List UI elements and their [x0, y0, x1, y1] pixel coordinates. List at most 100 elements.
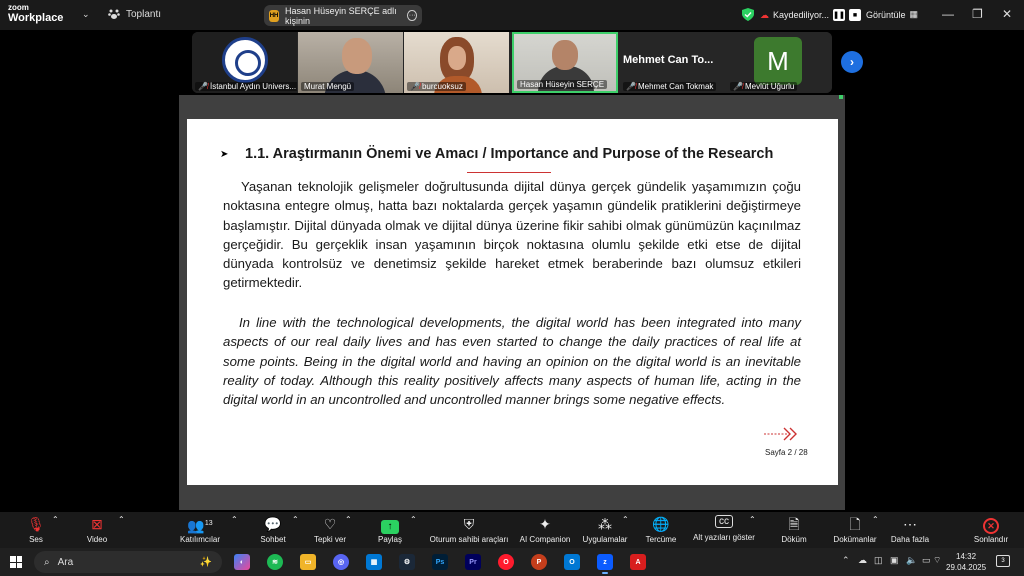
end-icon: ✕ [972, 515, 1010, 534]
restore-icon[interactable]: ❐ [972, 7, 983, 21]
chat-button[interactable]: 💬 Sohbet [258, 515, 288, 544]
meeting-menu[interactable]: Toplantı [108, 8, 161, 20]
chevron-up-icon[interactable]: ⌃ [622, 515, 629, 524]
participant-tile[interactable]: Murat Mengü [298, 32, 403, 93]
ai-companion-button[interactable]: ✦ AI Companion [519, 515, 571, 544]
outlook-icon[interactable]: O [564, 554, 580, 570]
file-explorer-icon[interactable]: ▭ [300, 554, 316, 570]
windows-taskbar: ⌕ Ara ✨ ◐ ≋ ▭ ◎ ▦ ⚙ Ps Pr O P O z A ⌃ ☁ … [0, 548, 1024, 576]
chevron-down-icon[interactable]: ⌄ [82, 9, 90, 20]
muted-mic-icon: 🎙 [27, 516, 45, 532]
powerpoint-icon[interactable]: P [531, 554, 547, 570]
chevron-up-icon[interactable]: ⌃ [345, 515, 352, 524]
discord-icon[interactable]: ◎ [333, 554, 349, 570]
next-arrow-icon [764, 427, 797, 441]
ai-companion-label: AI Companion [519, 535, 571, 544]
acrobat-icon[interactable]: A [630, 554, 646, 570]
title-bar: zoom Workplace ⌄ Toplantı HH Hasan Hüsey… [0, 0, 1024, 30]
steam-icon[interactable]: ⚙ [399, 554, 415, 570]
more-icon: ⋯ [903, 516, 917, 532]
captions-button[interactable]: cc Alt yazıları göster [692, 515, 756, 542]
spotify-icon[interactable]: ≋ [267, 554, 283, 570]
university-logo [222, 37, 268, 83]
share-label: Paylaş [377, 535, 402, 544]
view-grid-icon: ▦ [909, 9, 919, 19]
notification-text: Hasan Hüseyin SERÇE adlı kişinin [285, 5, 397, 26]
chevron-up-icon[interactable]: ⌃ [231, 515, 238, 524]
taskbar-search[interactable]: ⌕ Ara ✨ [34, 551, 222, 573]
notification-pill[interactable]: HH Hasan Hüseyin SERÇE adlı kişinin ··· [264, 5, 422, 26]
photoshop-icon[interactable]: Ps [432, 554, 448, 570]
share-button[interactable]: ↑ Paylaş [376, 515, 404, 544]
chevron-up-icon[interactable]: ⌃ [749, 515, 756, 524]
chevron-up-icon[interactable]: ⌃ [52, 515, 59, 524]
shield-icon[interactable] [742, 8, 754, 21]
battery-icon[interactable]: ▭ [922, 555, 931, 566]
sparkle-decoration-icon: ✨ [199, 556, 212, 568]
wifi-icon[interactable]: ⌔ [933, 555, 941, 566]
notification-center-icon[interactable]: 3 [996, 555, 1010, 567]
participant-tile[interactable]: 🎤̸ burcuoksuz [404, 32, 509, 93]
notification-count: 3 [1001, 558, 1005, 564]
react-button[interactable]: ♡ Tepki ver [312, 515, 348, 544]
end-meeting-button[interactable]: ✕ Sonlandır [972, 515, 1010, 544]
participant-name: burcuoksuz [421, 82, 463, 91]
more-label: Daha fazla [890, 535, 930, 544]
participants-button[interactable]: 👥13 Katılımcılar [177, 515, 223, 544]
globe-icon: 🌐 [652, 516, 670, 532]
minimize-icon[interactable]: — [942, 7, 954, 21]
video-label: Video [86, 535, 108, 544]
audio-button[interactable]: 🎙 Ses [26, 515, 46, 544]
shield-icon: ⛨ [463, 516, 475, 532]
meet-now-icon[interactable]: ◫ [874, 555, 883, 566]
view-button[interactable]: Görüntüle ▦ [866, 9, 918, 20]
muted-mic-icon: 🎤̸ [198, 82, 208, 91]
opera-icon[interactable]: O [498, 554, 514, 570]
stop-record-button[interactable]: ■ [849, 9, 862, 21]
host-tools-label: Oturum sahibi araçları [429, 535, 509, 544]
participant-name: Murat Mengü [304, 82, 352, 91]
paragraph-english: In line with the technological developme… [223, 315, 801, 408]
video-button[interactable]: ⊠ Video [84, 515, 110, 544]
participant-count: 13 [204, 520, 213, 527]
chevron-up-icon[interactable]: ⌃ [118, 515, 125, 524]
participant-tile[interactable]: 🎤̸ İstanbul Aydın Univers... [192, 32, 297, 93]
premiere-icon[interactable]: Pr [465, 554, 481, 570]
more-button[interactable]: ⋯ Daha fazla [890, 515, 930, 544]
participant-name-tag: 🎤̸ Mevlüt Uğurlu [730, 82, 798, 91]
copilot-icon[interactable]: ◐ [234, 554, 250, 570]
zoom-app-icon[interactable]: z [597, 554, 613, 574]
zoom-logo[interactable]: zoom Workplace [8, 4, 63, 24]
participant-name: Mehmet Can Tokmak [637, 82, 714, 91]
zoom-tray-icon[interactable]: ▣ [890, 555, 899, 566]
close-icon[interactable]: ✕ [1002, 7, 1012, 21]
taskbar-clock[interactable]: 14:32 29.04.2025 [946, 551, 986, 573]
windows-start-icon[interactable] [10, 556, 22, 568]
chevron-up-icon[interactable]: ⌃ [292, 515, 299, 524]
transcript-icon: 🗎 [788, 516, 800, 532]
participant-tile[interactable]: Mehmet Can To... 🎤̸ Mehmet Can Tokmak [620, 32, 725, 93]
participant-tile-active-speaker[interactable]: Hasan Hüseyin SERÇE [512, 32, 618, 93]
more-icon[interactable]: ··· [407, 10, 417, 21]
end-label: Sonlandır [973, 535, 1009, 544]
volume-icon[interactable]: 🔈 [906, 555, 917, 566]
muted-mic-icon: 🎤̸ [733, 82, 743, 91]
chevron-up-icon[interactable]: ⌃ [410, 515, 417, 524]
chevron-right-icon: › [850, 55, 854, 69]
translate-button[interactable]: 🌐 Tercüme [645, 515, 677, 544]
host-tools-button[interactable]: ⛨ Oturum sahibi araçları [427, 515, 511, 544]
participant-tile[interactable]: M 🎤̸ Mevlüt Uğurlu [727, 32, 832, 93]
cloud-record-icon: ☁ [760, 9, 769, 20]
participant-name-tag: Hasan Hüseyin SERÇE [517, 80, 608, 89]
transcript-button[interactable]: 🗎 Döküm [780, 515, 808, 544]
muted-mic-icon: 🎤̸ [626, 82, 636, 91]
store-icon[interactable]: ▦ [366, 554, 382, 570]
pause-record-button[interactable]: ❚❚ [833, 9, 846, 21]
chevron-up-icon[interactable]: ⌃ [872, 515, 879, 524]
chevron-up-icon[interactable]: ⌃ [842, 555, 850, 566]
people-icon: 👥13 [187, 517, 213, 534]
muted-mic-icon: 🎤̸ [410, 82, 420, 91]
next-participants-button[interactable]: › [841, 51, 863, 73]
video-head [342, 38, 372, 74]
onedrive-icon[interactable]: ☁ [858, 555, 867, 566]
